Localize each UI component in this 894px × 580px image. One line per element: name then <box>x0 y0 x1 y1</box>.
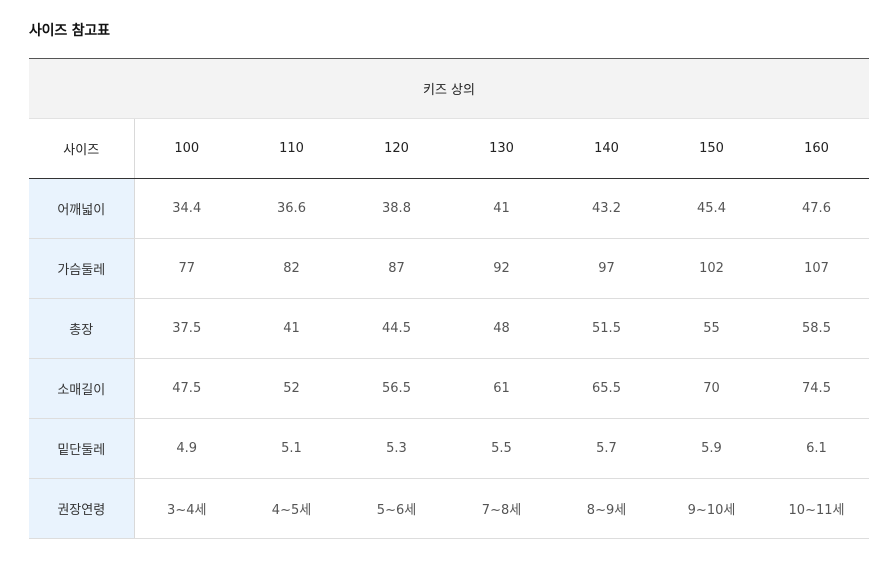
table-cell: 4.9 <box>134 418 239 479</box>
table-caption: 키즈 상의 <box>29 58 869 119</box>
size-header-cell: 120 <box>344 118 449 179</box>
size-chart-table: 키즈 상의 사이즈 100 110 120 130 140 150 160 어깨… <box>29 58 869 539</box>
table-row: 밑단둘레 4.9 5.1 5.3 5.5 5.7 5.9 6.1 <box>29 418 869 479</box>
table-cell: 92 <box>449 238 554 299</box>
table-cell: 6.1 <box>764 418 869 479</box>
table-row: 가슴둘레 77 82 87 92 97 102 107 <box>29 238 869 299</box>
table-cell: 102 <box>659 238 764 299</box>
table-cell: 56.5 <box>344 358 449 419</box>
table-cell: 107 <box>764 238 869 299</box>
size-header-cell: 100 <box>134 118 239 179</box>
table-cell: 44.5 <box>344 298 449 359</box>
table-cell: 41 <box>239 298 344 359</box>
table-cell: 10~11세 <box>764 478 869 539</box>
table-cell: 37.5 <box>134 298 239 359</box>
row-label: 밑단둘레 <box>29 418 135 479</box>
table-row: 총장 37.5 41 44.5 48 51.5 55 58.5 <box>29 298 869 359</box>
table-cell: 87 <box>344 238 449 299</box>
table-cell: 65.5 <box>554 358 659 419</box>
size-header-label: 사이즈 <box>29 118 135 179</box>
table-cell: 47.6 <box>764 178 869 239</box>
table-cell: 77 <box>134 238 239 299</box>
table-cell: 61 <box>449 358 554 419</box>
table-cell: 9~10세 <box>659 478 764 539</box>
table-cell: 7~8세 <box>449 478 554 539</box>
table-cell: 48 <box>449 298 554 359</box>
table-cell: 74.5 <box>764 358 869 419</box>
table-cell: 36.6 <box>239 178 344 239</box>
table-cell: 5.1 <box>239 418 344 479</box>
table-cell: 5~6세 <box>344 478 449 539</box>
table-cell: 5.9 <box>659 418 764 479</box>
size-header-cell: 130 <box>449 118 554 179</box>
table-cell: 70 <box>659 358 764 419</box>
row-label: 가슴둘레 <box>29 238 135 299</box>
size-header-row: 사이즈 100 110 120 130 140 150 160 <box>29 118 869 179</box>
table-cell: 5.7 <box>554 418 659 479</box>
table-cell: 58.5 <box>764 298 869 359</box>
table-row: 권장연령 3~4세 4~5세 5~6세 7~8세 8~9세 9~10세 10~1… <box>29 478 869 539</box>
table-row: 소매길이 47.5 52 56.5 61 65.5 70 74.5 <box>29 358 869 419</box>
table-cell: 45.4 <box>659 178 764 239</box>
page-title: 사이즈 참고표 <box>29 23 110 39</box>
table-cell: 38.8 <box>344 178 449 239</box>
table-caption-row: 키즈 상의 <box>29 58 869 119</box>
table-cell: 82 <box>239 238 344 299</box>
table-cell: 8~9세 <box>554 478 659 539</box>
size-header-cell: 110 <box>239 118 344 179</box>
table-cell: 34.4 <box>134 178 239 239</box>
table-cell: 4~5세 <box>239 478 344 539</box>
table-cell: 51.5 <box>554 298 659 359</box>
row-label: 권장연령 <box>29 478 135 539</box>
table-cell: 5.5 <box>449 418 554 479</box>
row-label: 소매길이 <box>29 358 135 419</box>
table-cell: 3~4세 <box>134 478 239 539</box>
table-cell: 55 <box>659 298 764 359</box>
row-label: 총장 <box>29 298 135 359</box>
table-cell: 52 <box>239 358 344 419</box>
size-header-cell: 150 <box>659 118 764 179</box>
table-cell: 5.3 <box>344 418 449 479</box>
table-cell: 43.2 <box>554 178 659 239</box>
table-cell: 97 <box>554 238 659 299</box>
size-header-cell: 140 <box>554 118 659 179</box>
row-label: 어깨넓이 <box>29 178 135 239</box>
size-header-cell: 160 <box>764 118 869 179</box>
table-row: 어깨넓이 34.4 36.6 38.8 41 43.2 45.4 47.6 <box>29 178 869 239</box>
table-cell: 41 <box>449 178 554 239</box>
table-cell: 47.5 <box>134 358 239 419</box>
